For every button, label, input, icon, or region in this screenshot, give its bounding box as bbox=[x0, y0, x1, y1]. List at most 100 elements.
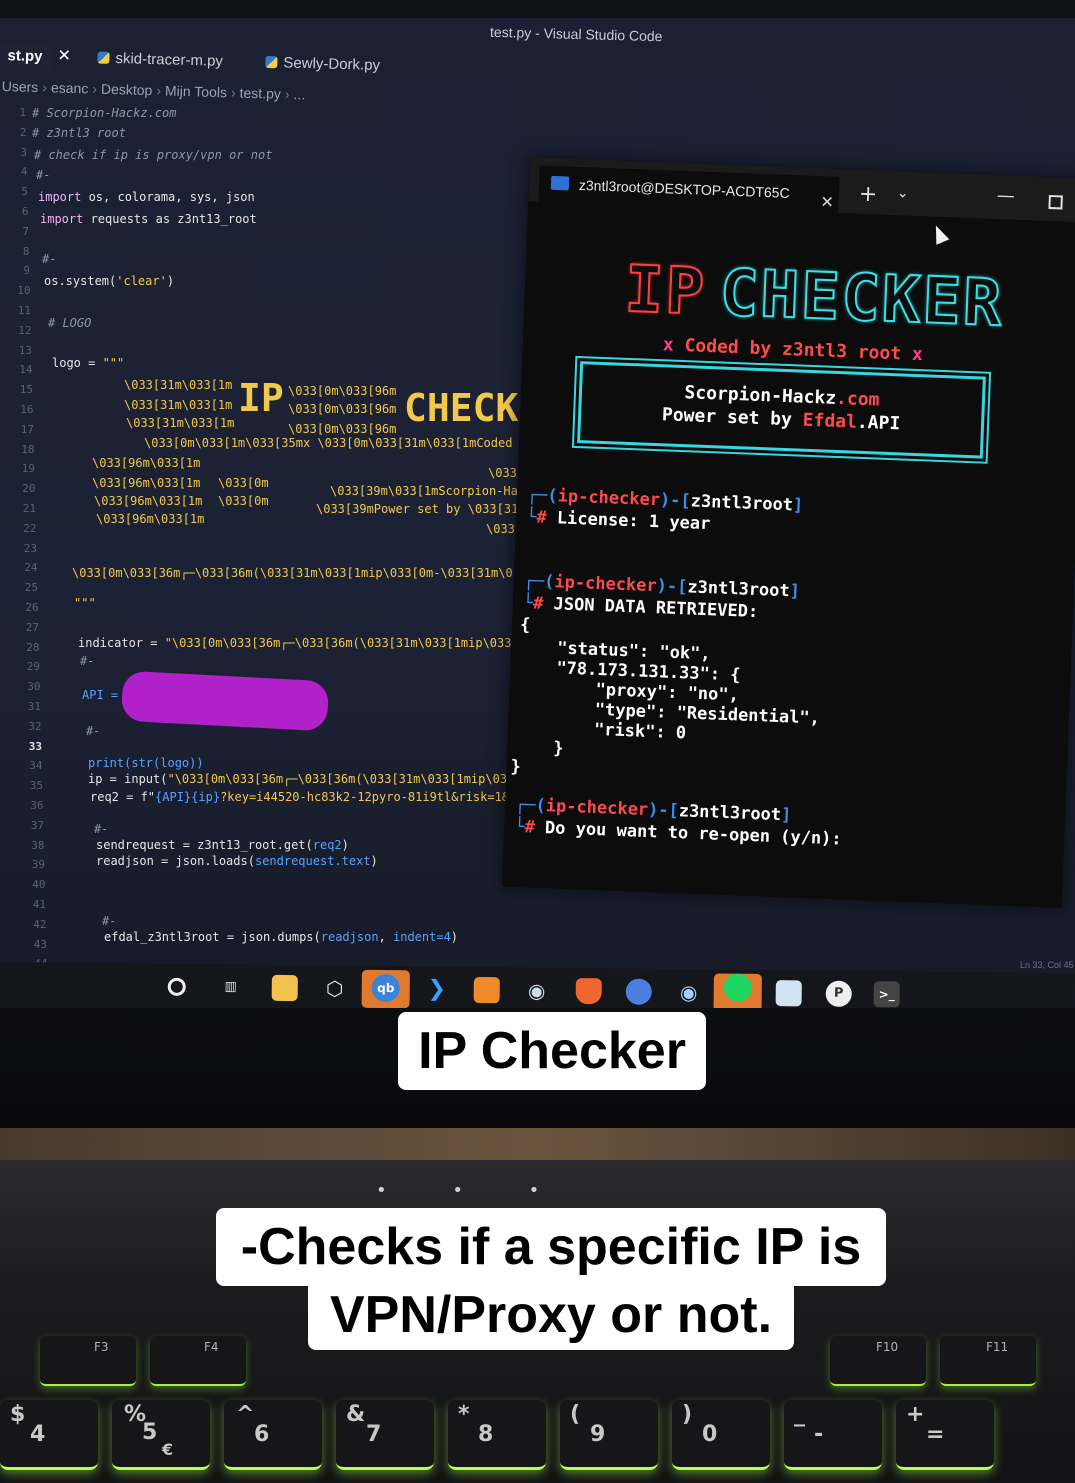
info-box: Scorpion-Hackz.com Power set by Efdal.AP… bbox=[577, 361, 986, 459]
prompt-corner: ┌─( bbox=[523, 571, 555, 593]
site-tld: .com bbox=[835, 387, 880, 411]
key-label: 7 bbox=[366, 1422, 382, 1447]
qbittorrent-icon[interactable]: qb bbox=[361, 969, 410, 1009]
prompt-user: z3ntl3root bbox=[687, 577, 791, 602]
tab-sewly-dork[interactable]: Sewly-Dork.py bbox=[257, 49, 388, 82]
line-number: 6 bbox=[21, 205, 29, 218]
terminal-icon[interactable]: >_ bbox=[873, 981, 900, 1008]
x-mark: x bbox=[911, 343, 924, 366]
line-number: 11 bbox=[17, 304, 31, 317]
code-text: os.system( bbox=[44, 274, 117, 288]
license-text: License: 1 year bbox=[546, 507, 711, 535]
code-text: sendrequest.text bbox=[254, 854, 371, 868]
tab-skid-tracer[interactable]: skid-tracer-m.py bbox=[89, 44, 231, 78]
code-line: readjson = json.loads(sendrequest.text) bbox=[96, 854, 378, 868]
key-label: * bbox=[458, 1402, 470, 1427]
redaction-scribble bbox=[120, 670, 330, 732]
tab-label: skid-tracer-m.py bbox=[115, 50, 224, 70]
key-label: 6 bbox=[254, 1422, 270, 1447]
file-explorer-icon[interactable] bbox=[271, 974, 298, 1002]
terminal-window[interactable]: z3ntl3root@DESKTOP-ACDT65C ✕ + ⌄ — IP CHE… bbox=[501, 157, 1075, 908]
chevron-right-icon: › bbox=[42, 79, 48, 96]
ascii-art-ip: IP bbox=[238, 376, 284, 420]
prompt-end: ] bbox=[789, 581, 801, 602]
steam-icon[interactable]: ◉ bbox=[524, 977, 550, 1003]
chevron-down-icon[interactable]: ⌄ bbox=[897, 185, 909, 201]
line-number: 4 bbox=[20, 165, 28, 179]
code-line: API = bbox=[82, 688, 119, 702]
key-label: & bbox=[346, 1402, 366, 1427]
code-text: {API}{ip} bbox=[155, 790, 221, 804]
notepad-icon[interactable] bbox=[775, 980, 802, 1007]
code-line: \033[31m\033[1m bbox=[124, 398, 233, 412]
new-tab-button[interactable]: + bbox=[858, 182, 877, 208]
terminal-output[interactable]: IP CHECKER x Coded by z3ntl3 root x Scorp… bbox=[502, 201, 1075, 908]
maximize-button[interactable] bbox=[1048, 194, 1063, 210]
code-text: readjson bbox=[320, 930, 379, 944]
code-text: , bbox=[378, 930, 393, 944]
code-line: # LOGO bbox=[48, 316, 92, 330]
code-line: \033[0m bbox=[218, 476, 269, 490]
key-label: 8 bbox=[478, 1422, 494, 1447]
prompt-user: z3ntl3root bbox=[678, 801, 782, 826]
close-icon[interactable]: ✕ bbox=[820, 192, 834, 212]
taskbar: ▥ ⬡ qb ❯ ◉ ◉ P >_ bbox=[0, 962, 1075, 1010]
code-line: \033[0m\033[1m\033[35mx \033[0m\033[31m\… bbox=[144, 436, 513, 450]
python-file-icon bbox=[97, 51, 110, 64]
banner-checker: CHECKER bbox=[718, 255, 1006, 342]
powershell-icon bbox=[550, 175, 570, 191]
p-app-icon[interactable]: P bbox=[825, 980, 852, 1007]
code-line: logo = """ bbox=[52, 356, 124, 370]
string: """ bbox=[102, 356, 125, 370]
key-label: 0 bbox=[702, 1422, 718, 1447]
3d-viewer-icon[interactable]: ⬡ bbox=[322, 975, 348, 1001]
code-line: \033[31m\033[1m bbox=[126, 416, 235, 430]
key-8: * 8 bbox=[448, 1400, 546, 1470]
prompt-corner: ┌─( bbox=[526, 485, 559, 507]
spotify-icon[interactable] bbox=[713, 973, 762, 1010]
minimize-button[interactable]: — bbox=[996, 185, 1015, 207]
key-7: & 7 bbox=[336, 1400, 434, 1470]
code-line: import requests as z3nt13_root bbox=[40, 212, 257, 226]
close-icon[interactable]: ✕ bbox=[57, 46, 71, 65]
breadcrumb-item[interactable]: esanc bbox=[51, 79, 89, 96]
prompt-sep: )-[ bbox=[659, 490, 692, 512]
brave-icon[interactable] bbox=[575, 978, 602, 1005]
code-editor[interactable]: 1 2 3 4 5 6 7 8 9 10 11 12 13 14 15 16 17 18 19 20 21 22 23 24 2… bbox=[0, 96, 560, 1010]
key-label: € bbox=[162, 1440, 174, 1459]
json-brace: } bbox=[552, 738, 564, 759]
prompt-user: z3ntl3root bbox=[690, 491, 794, 516]
reopen-line[interactable]: └# Do you want to re-open (y/n): bbox=[514, 817, 842, 850]
code-line: print(str(logo)) bbox=[88, 756, 204, 770]
code-text: os, colorama, sys, json bbox=[81, 190, 255, 204]
line-number: 9 bbox=[23, 264, 30, 278]
app-icon[interactable] bbox=[473, 976, 500, 1004]
vscode-icon[interactable]: ❯ bbox=[424, 976, 450, 1002]
function-name: print( bbox=[88, 756, 132, 770]
search-icon[interactable] bbox=[167, 977, 186, 996]
chrome-icon[interactable] bbox=[625, 978, 652, 1005]
coded-by-text: Coded by z3ntl3 root bbox=[673, 334, 913, 365]
code-text: requests as z3nt13_root bbox=[83, 212, 257, 226]
code-text: req2 bbox=[312, 838, 342, 852]
code-line: #- bbox=[94, 822, 109, 836]
line-number: 23 bbox=[23, 541, 37, 555]
key-label: _ bbox=[794, 1402, 805, 1427]
code-text: sendrequest = z3nt13_root.get( bbox=[96, 838, 313, 852]
caption-description-line1: -Checks if a specific IP is bbox=[216, 1208, 886, 1286]
breadcrumb-item[interactable]: Users bbox=[2, 78, 39, 95]
key-label: - bbox=[814, 1422, 824, 1447]
tab-test-py[interactable]: st.py bbox=[0, 41, 51, 74]
qbittorrent-label: qb bbox=[371, 973, 400, 1003]
prompt-corner: ┌─( bbox=[514, 794, 547, 817]
code-line: \033[0m\033[96m bbox=[288, 422, 397, 436]
laptop-screen: test.py - Visual Studio Code st.py ✕ ski… bbox=[0, 0, 1075, 1010]
code-line: """ bbox=[74, 596, 96, 610]
code-line: #- bbox=[86, 724, 101, 738]
banner-ip: IP bbox=[623, 252, 709, 331]
status-lights: • • • bbox=[376, 1180, 570, 1201]
line-number: 19 bbox=[21, 462, 35, 476]
task-view-icon[interactable]: ▥ bbox=[218, 974, 244, 1000]
key-f4: F4 bbox=[150, 1336, 246, 1386]
steam-2-icon[interactable]: ◉ bbox=[676, 979, 702, 1005]
